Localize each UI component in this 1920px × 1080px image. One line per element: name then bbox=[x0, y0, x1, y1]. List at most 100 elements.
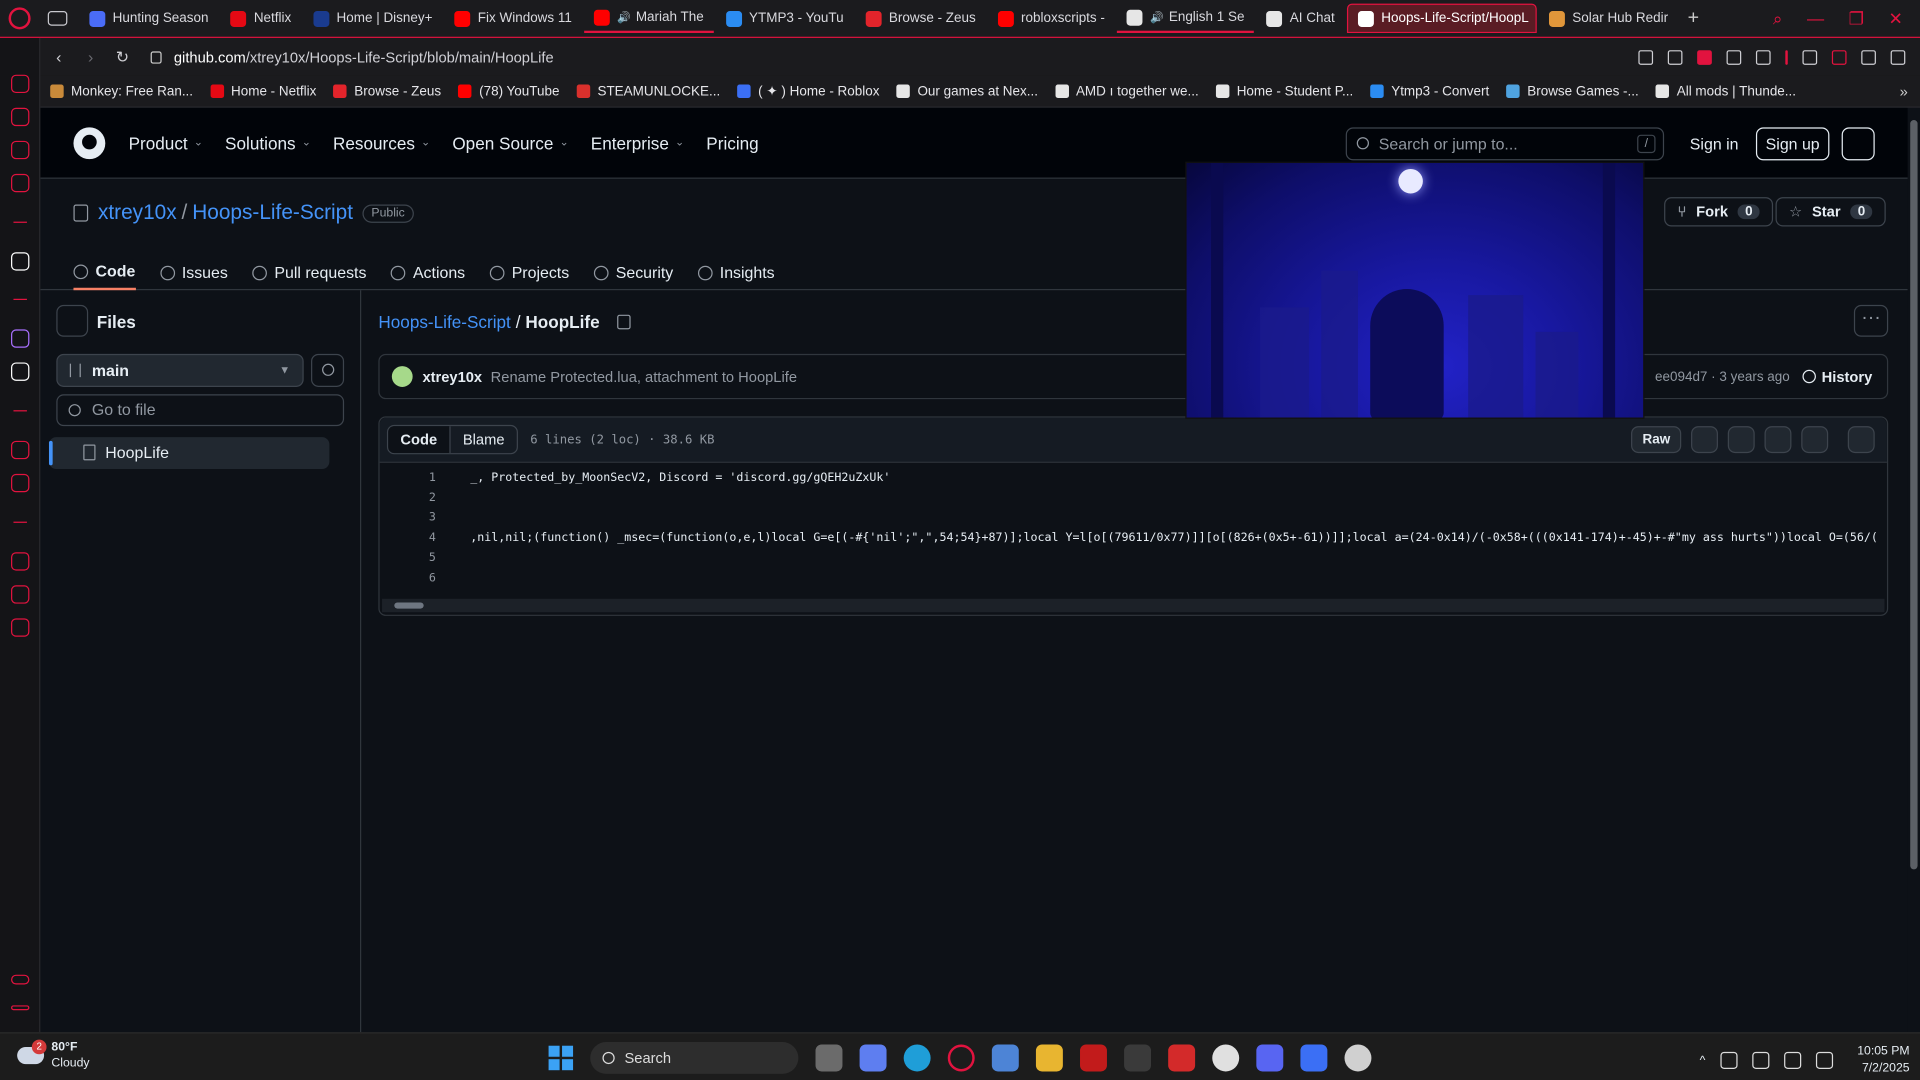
heart-icon[interactable] bbox=[1755, 49, 1771, 65]
downloads-icon[interactable] bbox=[1861, 49, 1876, 65]
back-arrow-icon[interactable]: ‹ bbox=[45, 48, 72, 66]
history-icon[interactable] bbox=[11, 552, 30, 571]
snapshot-icon[interactable] bbox=[1667, 49, 1683, 65]
store-icon[interactable] bbox=[991, 1044, 1019, 1072]
copilot-icon[interactable] bbox=[859, 1044, 887, 1072]
maximize-icon[interactable]: ❐ bbox=[1849, 8, 1864, 29]
bookmarks-overflow-icon[interactable]: » bbox=[1900, 83, 1908, 100]
forward-arrow-icon[interactable]: › bbox=[77, 48, 104, 66]
tab-security[interactable]: Security bbox=[593, 255, 673, 291]
flow-icon[interactable] bbox=[11, 473, 30, 493]
tray-overflow-icon[interactable]: ^ bbox=[1700, 1054, 1706, 1067]
cloud-app-icon[interactable] bbox=[1344, 1044, 1372, 1072]
browser-tab[interactable]: Fix Windows 11 bbox=[445, 4, 582, 33]
gx-badge-icon[interactable] bbox=[11, 974, 30, 985]
line-number[interactable]: 6 bbox=[380, 571, 436, 584]
browser-tab[interactable]: AI Chat bbox=[1257, 4, 1345, 33]
nav-item-pricing[interactable]: Pricing bbox=[706, 133, 758, 153]
scrollbar-thumb[interactable] bbox=[1910, 120, 1918, 870]
twitch-icon[interactable] bbox=[11, 329, 30, 348]
symbols-panel-icon[interactable] bbox=[1847, 426, 1875, 454]
gx-control-icon[interactable] bbox=[11, 74, 30, 94]
bookmark-item[interactable]: Ytmp3 - Convert bbox=[1370, 84, 1489, 99]
task-view-icon[interactable] bbox=[815, 1044, 843, 1072]
pocket-icon[interactable] bbox=[1697, 49, 1712, 65]
taskbar-clock[interactable]: 10:05 PM 7/2/2025 bbox=[1857, 1043, 1909, 1077]
nav-item-resources[interactable]: Resources ⌄ bbox=[333, 133, 430, 153]
commit-message[interactable]: Rename Protected.lua, attachment to Hoop… bbox=[491, 368, 797, 385]
bookmark-item[interactable]: Browse - Zeus bbox=[333, 84, 441, 99]
search-tabs-icon[interactable]: ⌕ bbox=[1773, 8, 1783, 29]
g-app-icon[interactable] bbox=[1212, 1044, 1240, 1072]
breadcrumb-repo-link[interactable]: Hoops-Life-Script bbox=[378, 312, 510, 332]
edge-icon[interactable] bbox=[903, 1044, 931, 1072]
extensions-icon[interactable] bbox=[11, 585, 30, 604]
nav-item-open-source[interactable]: Open Source ⌄ bbox=[452, 133, 568, 153]
sync-icon[interactable] bbox=[1720, 1051, 1738, 1069]
edit-dropdown-icon[interactable] bbox=[1801, 426, 1829, 454]
history-button[interactable]: History bbox=[1802, 368, 1872, 385]
audio-speaker-icon[interactable]: 🔊 bbox=[617, 10, 631, 23]
more-options-button[interactable]: ··· bbox=[1853, 304, 1889, 337]
header-menu-icon[interactable] bbox=[1841, 127, 1875, 161]
horizontal-scrollbar[interactable] bbox=[382, 598, 1885, 613]
x-twitter-icon[interactable] bbox=[11, 362, 30, 381]
github-logo-icon[interactable] bbox=[73, 126, 106, 159]
sign-up-button[interactable]: Sign up bbox=[1755, 127, 1830, 161]
nav-item-enterprise[interactable]: Enterprise ⌄ bbox=[591, 133, 685, 153]
edit-pencil-icon[interactable] bbox=[1764, 426, 1792, 454]
app-icon[interactable] bbox=[1124, 1044, 1152, 1072]
volume-icon[interactable] bbox=[1815, 1051, 1833, 1069]
line-number[interactable]: 5 bbox=[380, 551, 436, 564]
bookmark-item[interactable]: Monkey: Free Ran... bbox=[50, 84, 193, 99]
browser-tab[interactable]: 🔊 Mariah The bbox=[584, 4, 714, 34]
minimize-icon[interactable]: — bbox=[1807, 9, 1824, 29]
bookmark-item[interactable]: AMD ı together we... bbox=[1055, 84, 1199, 99]
branch-selector[interactable]: main ▼ bbox=[56, 353, 304, 387]
profile-icon[interactable] bbox=[1831, 49, 1847, 65]
picture-in-picture-video[interactable] bbox=[1185, 161, 1645, 419]
avatar[interactable] bbox=[391, 366, 413, 387]
commit-author[interactable]: xtrey10x bbox=[422, 368, 482, 385]
close-icon[interactable]: ✕ bbox=[1889, 8, 1903, 29]
player-icon[interactable] bbox=[11, 140, 30, 160]
tab-insights[interactable]: Insights bbox=[697, 255, 775, 291]
sign-in-link[interactable]: Sign in bbox=[1690, 135, 1739, 153]
gx-corner-icon[interactable] bbox=[11, 107, 30, 127]
opera-gx-logo-icon[interactable] bbox=[8, 7, 31, 30]
bookmark-item[interactable]: Home - Student P... bbox=[1215, 84, 1353, 99]
browser-tab[interactable]: Home | Disney+ bbox=[303, 4, 442, 33]
nav-item-solutions[interactable]: Solutions ⌄ bbox=[225, 133, 311, 153]
audio-speaker-icon[interactable]: 🔊 bbox=[1150, 10, 1164, 23]
new-tab-plus-icon[interactable]: + bbox=[1688, 7, 1699, 29]
bookmark-item[interactable]: (78) YouTube bbox=[458, 84, 560, 99]
page-scrollbar[interactable] bbox=[1907, 107, 1920, 1033]
settings-gear-icon[interactable] bbox=[11, 618, 30, 637]
download-icon[interactable] bbox=[1727, 426, 1755, 454]
tab-actions[interactable]: Actions bbox=[390, 255, 465, 291]
go-to-file-input[interactable]: Go to file bbox=[56, 394, 345, 427]
repo-name-link[interactable]: Hoops-Life-Script bbox=[192, 201, 353, 225]
bookmark-item[interactable]: ( ✦ ) Home - Roblox bbox=[737, 83, 879, 99]
tab-projects[interactable]: Projects bbox=[489, 255, 569, 291]
start-windows-icon[interactable] bbox=[548, 1045, 574, 1071]
line-number[interactable]: 3 bbox=[380, 511, 436, 524]
nav-item-product[interactable]: Product ⌄ bbox=[129, 133, 203, 153]
bookmark-item[interactable]: STEAMUNLOCKE... bbox=[576, 84, 720, 99]
code-view-button[interactable]: Code bbox=[388, 426, 451, 454]
taskbar-search[interactable]: Search bbox=[590, 1042, 799, 1074]
bookmark-item[interactable]: All mods | Thunde... bbox=[1655, 84, 1796, 99]
copy-path-icon[interactable] bbox=[616, 314, 631, 330]
line-number[interactable]: 4 bbox=[380, 531, 436, 544]
tab-issues[interactable]: Issues bbox=[159, 255, 228, 291]
extensions-puzzle-icon[interactable] bbox=[1802, 49, 1818, 65]
weather-widget[interactable]: 2 80°F Cloudy bbox=[17, 1039, 90, 1072]
browser-tab[interactable]: Solar Hub Redir bbox=[1539, 4, 1678, 33]
ai-icon[interactable] bbox=[11, 252, 30, 271]
file-tree-item[interactable]: HoopLife bbox=[48, 437, 330, 469]
network-icon[interactable] bbox=[1783, 1051, 1801, 1069]
more-dots-icon[interactable] bbox=[11, 1005, 30, 1011]
raw-button[interactable]: Raw bbox=[1631, 426, 1682, 454]
collapse-panel-icon[interactable] bbox=[56, 304, 89, 337]
copy-raw-icon[interactable] bbox=[1691, 426, 1718, 454]
